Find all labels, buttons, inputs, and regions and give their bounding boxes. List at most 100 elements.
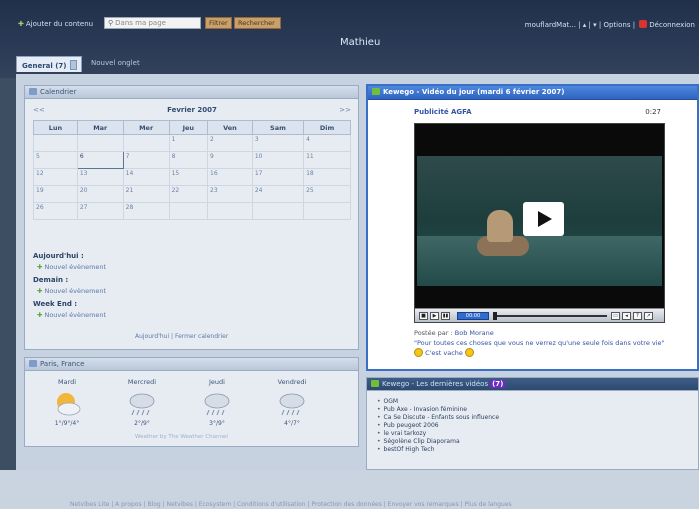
next-month-button[interactable]: >> [339, 106, 351, 114]
filter-button[interactable]: Filtrer [205, 17, 232, 29]
tab-menu-icon[interactable] [69, 60, 77, 70]
calendar-day[interactable]: 10 [251, 151, 305, 169]
list-item[interactable]: • Ca Se Discute - Enfants sous influence [377, 414, 499, 422]
calendar-day[interactable]: 11 [303, 151, 351, 169]
calendar-day[interactable]: 3 [251, 134, 305, 152]
calendar-title-bar[interactable]: Calendrier [25, 86, 358, 99]
stop-icon[interactable]: ■ [419, 312, 428, 320]
help-icon[interactable]: ? [633, 312, 642, 320]
calendar-day[interactable] [76, 134, 124, 152]
calendar-day[interactable]: 9 [207, 151, 253, 169]
calendar-day[interactable]: 12 [33, 168, 78, 186]
video-link[interactable]: Pub peugeot 2006 [384, 422, 439, 429]
calendar-day[interactable]: 21 [122, 185, 170, 203]
new-event-label: Nouvel évènement [44, 263, 107, 271]
calendar-day-today[interactable]: 6 [76, 151, 124, 169]
calendar-day[interactable]: 15 [168, 168, 209, 186]
latest-videos-widget: Kewego - Les dernières vidéos (7) • OGM • P… [366, 377, 699, 470]
play-button[interactable] [523, 202, 564, 236]
chevron-down-icon[interactable]: ▾ [593, 21, 597, 29]
clip-title-link[interactable]: Publicité AGFA [414, 108, 472, 116]
calendar-day[interactable] [207, 202, 253, 220]
calendar-day[interactable]: 27 [76, 202, 124, 220]
seek-handle[interactable] [493, 312, 497, 320]
calendar-day[interactable]: 18 [303, 168, 351, 186]
time-display: 00:00 [457, 312, 489, 320]
volume-icon[interactable]: ◂ [622, 312, 631, 320]
calendar-day[interactable]: 28 [122, 202, 170, 220]
options-link[interactable]: Options [603, 21, 630, 29]
calendar-day[interactable]: 2 [207, 134, 253, 152]
tab-new[interactable]: Nouvel onglet [86, 56, 145, 72]
add-icon: ✚ [37, 287, 43, 295]
list-item[interactable]: • OGM [377, 398, 499, 406]
weather-temp: 3°/9° [209, 420, 225, 427]
calendar-footer-links[interactable]: Aujourd'hui | Fermer calendrier [135, 333, 228, 340]
calendar-day[interactable]: 22 [168, 185, 209, 203]
list-item[interactable]: • Pub peugeot 2006 [377, 422, 499, 430]
latest-videos-title-bar[interactable]: Kewego - Les dernières vidéos (7) [367, 378, 698, 391]
add-content-link[interactable]: ✚ Ajouter du contenu [18, 20, 93, 28]
calendar-day[interactable]: 23 [207, 185, 253, 203]
search-button[interactable]: Rechercher [234, 17, 281, 29]
chevron-up-icon[interactable]: ▴ [583, 21, 587, 29]
page-title[interactable]: Mathieu [340, 37, 380, 48]
fullscreen-icon[interactable]: ▭ [611, 312, 620, 320]
seek-bar[interactable] [497, 315, 607, 317]
weekday-header: Mer [122, 120, 170, 135]
footer-links[interactable]: Netvibes Lite | A propos | Blog | Netvib… [70, 501, 512, 508]
username-link[interactable]: mouflardMat... [525, 21, 576, 29]
video-link[interactable]: OGM [384, 398, 399, 405]
calendar-day[interactable] [122, 134, 170, 152]
calendar-day[interactable]: 20 [76, 185, 124, 203]
video-link[interactable]: le vrai tarkozy [384, 430, 427, 437]
video-link[interactable]: Ségolène Clip Diaporama [384, 438, 460, 445]
video-link[interactable]: Pub Axe - Invasion féminine [384, 406, 467, 413]
weather-credit[interactable]: Weather by The Weather Channel [135, 434, 228, 440]
calendar-day[interactable]: 19 [33, 185, 78, 203]
calendar-day[interactable]: 8 [168, 151, 209, 169]
weather-title: Paris, France [40, 360, 85, 368]
calendar-day[interactable]: 17 [251, 168, 305, 186]
video-title-bar[interactable]: Kewego - Vidéo du jour (mardi 6 février … [368, 86, 697, 100]
calendar-day[interactable]: 26 [33, 202, 78, 220]
calendar-day[interactable]: 13 [76, 168, 124, 186]
calendar-day[interactable] [303, 202, 351, 220]
play-icon[interactable]: ▶ [430, 312, 439, 320]
weather-title-bar[interactable]: Paris, France [25, 358, 358, 371]
list-item[interactable]: • Ségolène Clip Diaporama [377, 438, 499, 446]
logout-icon [639, 20, 648, 28]
weather-icon [29, 360, 37, 367]
share-icon[interactable]: ↗ [644, 312, 653, 320]
search-input[interactable]: ⚲ Dans ma page [104, 17, 201, 29]
calendar-day[interactable]: 5 [33, 151, 78, 169]
list-item[interactable]: • bestOf High Tech [377, 446, 499, 454]
calendar-day[interactable]: 7 [122, 151, 170, 169]
calendar-day[interactable] [168, 202, 209, 220]
new-event-link[interactable]: ✚ Nouvel évènement [37, 311, 106, 319]
calendar-day[interactable]: 4 [303, 134, 351, 152]
video-link[interactable]: Ca Se Discute - Enfants sous influence [384, 414, 499, 421]
video-link[interactable]: bestOf High Tech [384, 446, 435, 453]
calendar-day[interactable]: 25 [303, 185, 351, 203]
calendar-day[interactable] [33, 134, 78, 152]
video-frame[interactable] [417, 156, 662, 286]
logout-link[interactable]: Déconnexion [649, 21, 695, 29]
calendar-day[interactable]: 24 [251, 185, 305, 203]
calendar-day[interactable]: 1 [168, 134, 209, 152]
prev-month-button[interactable]: << [33, 106, 45, 114]
author-link[interactable]: Bob Morane [455, 329, 494, 337]
list-item[interactable]: • le vrai tarkozy [377, 430, 499, 438]
tab-general[interactable]: General (7) [16, 56, 82, 72]
new-event-link[interactable]: ✚ Nouvel évènement [37, 287, 106, 295]
list-item[interactable]: • Pub Axe - Invasion féminine [377, 406, 499, 414]
add-icon: ✚ [37, 311, 43, 319]
calendar-day[interactable] [251, 202, 305, 220]
calendar-day[interactable]: 14 [122, 168, 170, 186]
calendar-day[interactable]: 16 [207, 168, 253, 186]
search-icon: ⚲ [108, 19, 114, 27]
new-event-link[interactable]: ✚ Nouvel évènement [37, 263, 106, 271]
video-player[interactable]: ■ ▶ ▮▮ 00:00 ▭ ◂ ? ↗ [414, 123, 665, 323]
pause-icon[interactable]: ▮▮ [441, 312, 450, 320]
video-comment: "Pour toutes ces choses que vous ne verr… [414, 339, 674, 358]
